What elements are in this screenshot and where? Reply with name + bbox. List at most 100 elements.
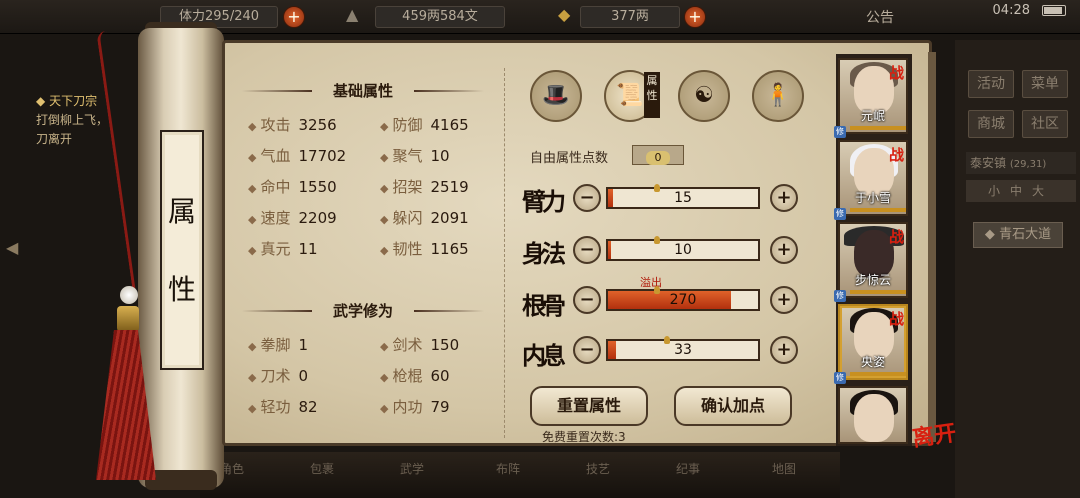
character-card[interactable]: 战 于小雪 (838, 140, 908, 216)
stat-hp: ◆ 气血 17702 (248, 147, 347, 165)
stat-attack: ◆ 攻击 3256 (248, 116, 337, 134)
quest-title: 天下刀宗 (49, 94, 98, 108)
money-display: 459两584文 (375, 6, 505, 28)
constitution-bar[interactable]: 270 (606, 286, 760, 311)
notice-button[interactable]: 公告 (866, 7, 894, 27)
agility-minus-button[interactable]: − (573, 236, 601, 264)
reset-attributes-button[interactable]: 重置属性 (530, 386, 648, 426)
strength-value: 15 (674, 190, 692, 206)
free-points-value: 0 (646, 151, 670, 165)
menu-button[interactable]: 菜单 (1022, 70, 1068, 98)
community-button[interactable]: 社区 (1022, 110, 1068, 138)
stat-energy: ◆ 聚气 10 (380, 147, 450, 165)
bottom-menu-item[interactable]: 纪事 (676, 460, 700, 477)
cultivate-tag: 修 (834, 126, 846, 138)
leave-button[interactable]: 离开 (910, 415, 958, 453)
activity-button[interactable]: 活动 (968, 70, 1014, 98)
ingot-icon: ▲ (346, 5, 359, 24)
agility-plus-button[interactable]: + (770, 236, 798, 264)
gold-ingot-icon: ◆ (558, 5, 571, 24)
stat-toughness: ◆ 韧性 1165 (380, 240, 469, 258)
tab-meridian-body-icon[interactable]: 🧍 (752, 70, 804, 122)
diamond-icon: ◆ (36, 94, 46, 108)
character-exp-bar (850, 126, 906, 130)
stat-true-energy: ◆ 真元 11 (248, 240, 318, 258)
cultivate-tag: 修 (834, 372, 846, 384)
panel-edge (928, 52, 936, 442)
quest-tracker[interactable]: ◆ 天下刀宗 打倒柳上飞， 刀离开 (36, 92, 108, 149)
tab-bagua-icon[interactable]: ☯ (678, 70, 730, 122)
bottom-menu-item[interactable]: 技艺 (586, 460, 610, 477)
confirm-points-button[interactable]: 确认加点 (674, 386, 792, 426)
stat-lightness: ◆ 轻功 82 (248, 398, 318, 416)
divider (504, 68, 505, 438)
stat-speed: ◆ 速度 2209 (248, 209, 337, 227)
title-char: 属 (167, 195, 196, 228)
bottom-menu-item[interactable]: 包裹 (310, 460, 334, 477)
constitution-minus-button[interactable]: − (573, 286, 601, 314)
character-card[interactable]: 战 步惊云 (838, 222, 908, 298)
attr-agility-label: 身法 (522, 239, 566, 268)
battery-icon (1042, 5, 1066, 16)
inner-breath-plus-button[interactable]: + (770, 336, 798, 364)
avatar (854, 394, 894, 442)
character-card[interactable]: 战 元岷 (838, 58, 908, 134)
bottom-menu-item[interactable]: 地图 (772, 460, 796, 477)
agility-bar[interactable]: 10 (606, 236, 760, 261)
agility-value: 10 (674, 242, 692, 258)
stat-parry: ◆ 招架 2519 (380, 178, 469, 196)
quest-line: 刀离开 (36, 132, 73, 146)
tassel-cap (117, 306, 139, 332)
character-exp-bar (850, 372, 906, 376)
bottom-menu-item[interactable]: 布阵 (496, 460, 520, 477)
strength-minus-button[interactable]: − (573, 184, 601, 212)
character-name: 央姿 (860, 355, 885, 369)
character-name: 步惊云 (854, 273, 891, 287)
inner-breath-bar[interactable]: 33 (606, 336, 760, 361)
battle-tag: 战 (888, 64, 904, 82)
flag-icon: ◆ (984, 227, 995, 242)
location-display: 泰安镇 (29,31) (966, 152, 1076, 174)
tassel-cord (96, 30, 144, 300)
strength-plus-button[interactable]: + (770, 184, 798, 212)
strength-bar[interactable]: 15 (606, 184, 760, 209)
add-stamina-button[interactable]: + (283, 6, 305, 28)
title-char: 性 (167, 273, 196, 306)
stat-sword: ◆ 剑术 150 (380, 336, 460, 354)
shop-button[interactable]: 商城 (968, 110, 1014, 138)
right-side-panel (955, 40, 1080, 498)
free-reset-count: 免费重置次数:3 (542, 430, 626, 444)
cultivate-tag: 修 (834, 290, 846, 302)
attr-tab-tag: 属性 (644, 72, 660, 118)
stat-spear: ◆ 枪棍 60 (380, 367, 450, 385)
clock: 04:28 (992, 3, 1030, 18)
free-points-label: 自由属性点数 (530, 151, 609, 166)
character-card-selected[interactable]: 战 央姿 (838, 304, 908, 380)
collapse-left-arrow-icon[interactable]: ◀ (6, 238, 24, 260)
road-button[interactable]: ◆ 青石大道 (973, 222, 1063, 248)
bottom-menu-item[interactable]: 武学 (400, 460, 424, 477)
cultivate-tag: 修 (834, 208, 846, 220)
battle-tag: 战 (888, 310, 904, 328)
scroll-cap (145, 470, 217, 490)
stat-inner-skill: ◆ 内功 79 (380, 398, 450, 416)
attr-constitution-label: 根骨 (522, 291, 566, 320)
section-title-basic: 基础属性 (242, 80, 408, 102)
tab-equipment-hat-icon[interactable]: 🎩 (530, 70, 582, 122)
inner-breath-value: 33 (674, 342, 692, 358)
character-name: 于小雪 (854, 191, 891, 205)
add-gold-button[interactable]: + (684, 6, 706, 28)
map-size-tabs[interactable]: 小中大 (966, 180, 1076, 202)
character-exp-bar (850, 290, 906, 294)
attr-strength-label: 臂力 (522, 187, 566, 216)
free-points-box: 0 (632, 145, 684, 165)
gold-display: 377两 (580, 6, 680, 28)
attr-inner-breath-label: 内息 (522, 341, 566, 370)
battle-tag: 战 (888, 228, 904, 246)
stat-dodge: ◆ 躲闪 2091 (380, 209, 469, 227)
character-card[interactable] (838, 386, 908, 444)
inner-breath-minus-button[interactable]: − (573, 336, 601, 364)
constitution-value: 270 (669, 292, 697, 308)
constitution-plus-button[interactable]: + (770, 286, 798, 314)
stat-blade: ◆ 刀术 0 (248, 367, 309, 385)
